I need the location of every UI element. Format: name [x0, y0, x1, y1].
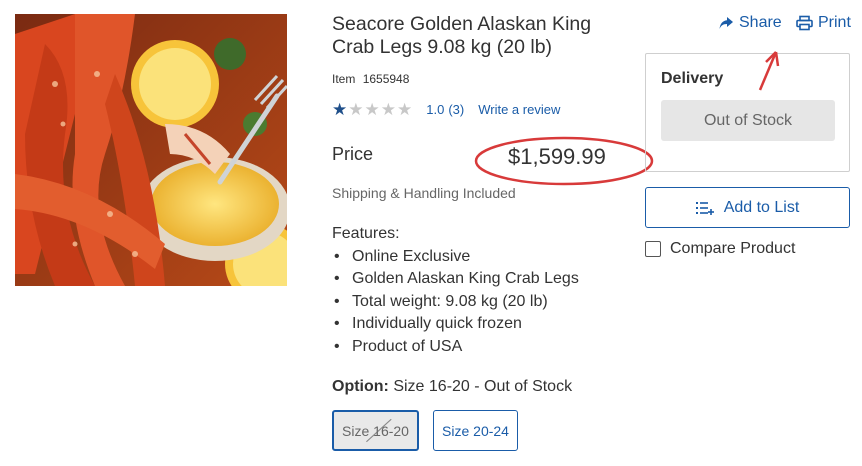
rating-count-link[interactable]: (3): [448, 102, 464, 117]
rating-row: ★ ★ ★ ★ ★ 1.0 (3) Write a review: [332, 100, 560, 118]
share-label: Share: [739, 14, 782, 31]
product-image: [15, 14, 287, 286]
compare-label: Compare Product: [670, 240, 796, 257]
add-to-list-button[interactable]: Add to List: [645, 187, 850, 228]
features-section: Features: Online Exclusive Golden Alaska…: [332, 223, 579, 359]
print-label: Print: [818, 14, 851, 31]
rating-stars: ★ ★ ★ ★ ★: [332, 101, 412, 118]
item-number-row: Item 1655948: [332, 72, 409, 86]
option-label: Option:: [332, 378, 389, 395]
compare-product-checkbox[interactable]: Compare Product: [645, 240, 795, 258]
printer-icon: [796, 15, 813, 31]
size-button-label: Size 16-20: [342, 422, 409, 439]
write-review-link[interactable]: Write a review: [478, 102, 560, 117]
size-button-label: Size 20-24: [442, 422, 509, 439]
price-label: Price: [332, 144, 374, 164]
price-value: $1,599.99: [508, 144, 606, 169]
star-icon: ★: [348, 99, 364, 119]
option-line: Option: Size 16-20 - Out of Stock: [332, 378, 572, 396]
feature-item: Online Exclusive: [332, 246, 579, 269]
option-value: Size 16-20 - Out of Stock: [393, 378, 573, 395]
star-icon: ★: [364, 99, 380, 119]
rating-value-link[interactable]: 1.0: [426, 102, 444, 117]
list-add-icon: [695, 201, 714, 215]
delivery-title: Delivery: [661, 70, 724, 87]
item-label: Item: [332, 72, 356, 86]
product-title: Seacore Golden Alaskan King Crab Legs 9.…: [332, 13, 592, 58]
item-number: 1655948: [362, 72, 410, 86]
feature-item: Product of USA: [332, 336, 579, 359]
share-arrow-icon: [719, 17, 733, 29]
add-to-list-label: Add to List: [723, 198, 800, 216]
share-link[interactable]: Share: [718, 14, 782, 32]
shipping-note: Shipping & Handling Included: [332, 185, 516, 201]
print-link[interactable]: Print: [796, 14, 851, 32]
feature-item: Golden Alaskan King Crab Legs: [332, 268, 579, 291]
delivery-panel: Delivery Out of Stock: [645, 53, 850, 172]
size-20-24-button[interactable]: Size 20-24: [433, 410, 518, 451]
star-icon: ★: [397, 99, 413, 119]
out-of-stock-button[interactable]: Out of Stock: [661, 100, 835, 141]
features-title: Features:: [332, 225, 400, 242]
star-icon: ★: [380, 99, 396, 119]
checkbox-icon[interactable]: [645, 241, 661, 257]
annotation-arrow-icon: [758, 51, 780, 91]
star-icon: ★: [332, 99, 348, 119]
feature-item: Individually quick frozen: [332, 313, 579, 336]
size-16-20-button[interactable]: Size 16-20: [332, 410, 419, 451]
feature-item: Total weight: 9.08 kg (20 lb): [332, 291, 579, 314]
